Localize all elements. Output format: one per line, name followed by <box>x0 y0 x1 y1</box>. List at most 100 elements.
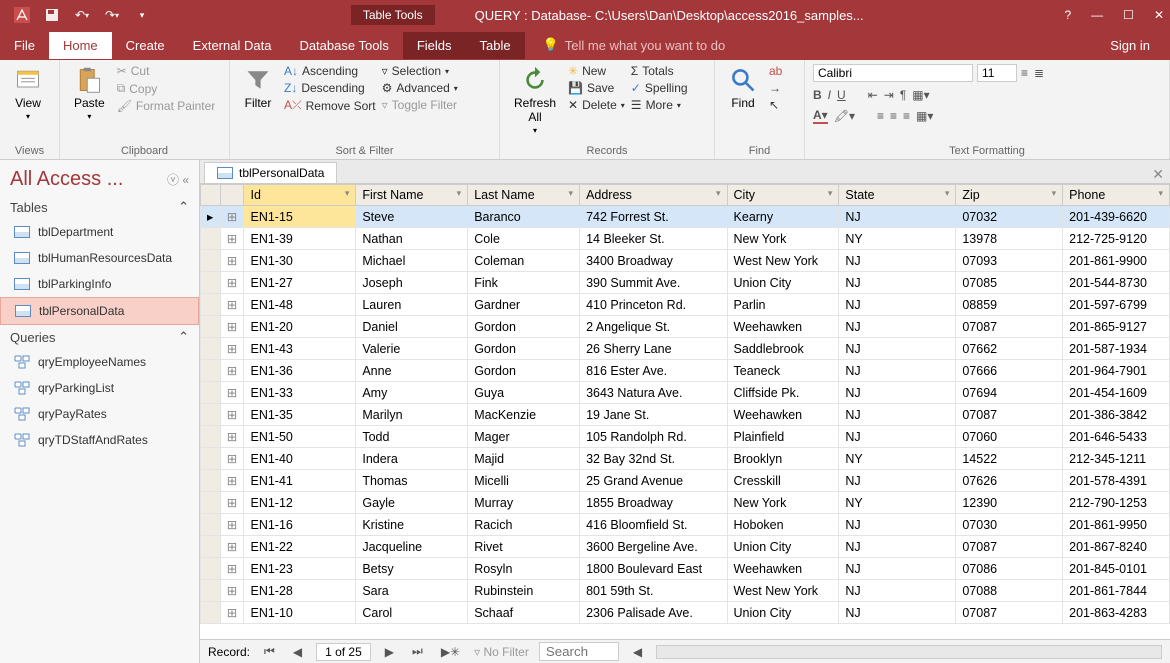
row-selector[interactable]: ▸ <box>201 206 221 228</box>
last-record-button[interactable]: ⏭ <box>408 644 427 659</box>
more-button[interactable]: ☰More ▾ <box>631 98 688 112</box>
column-header[interactable]: Zip▾ <box>956 185 1063 206</box>
row-selector[interactable] <box>201 228 221 250</box>
row-selector[interactable] <box>201 404 221 426</box>
cell[interactable]: 07093 <box>956 250 1063 272</box>
cell[interactable]: 07087 <box>956 404 1063 426</box>
cell[interactable]: EN1-48 <box>244 294 356 316</box>
table-row[interactable]: ⊞EN1-10CarolSchaaf2306 Palisade Ave.Unio… <box>201 602 1170 624</box>
cell[interactable]: Weehawken <box>727 404 839 426</box>
cell[interactable]: Valerie <box>356 338 468 360</box>
cell[interactable]: Michael <box>356 250 468 272</box>
cell[interactable]: 07666 <box>956 360 1063 382</box>
cell[interactable]: 201-964-7901 <box>1063 360 1170 382</box>
column-header[interactable]: Id▾ <box>244 185 356 206</box>
cell[interactable]: 201-646-5433 <box>1063 426 1170 448</box>
cell[interactable]: Todd <box>356 426 468 448</box>
cell[interactable]: 201-578-4391 <box>1063 470 1170 492</box>
cell[interactable]: Gordon <box>468 338 580 360</box>
tab-file[interactable]: File <box>0 32 49 59</box>
cell[interactable]: Amy <box>356 382 468 404</box>
row-selector[interactable] <box>201 338 221 360</box>
table-row[interactable]: ⊞EN1-23BetsyRosyln1800 Boulevard EastWee… <box>201 558 1170 580</box>
cell[interactable]: 201-861-7844 <box>1063 580 1170 602</box>
cell[interactable]: NY <box>839 492 956 514</box>
cell[interactable]: NJ <box>839 580 956 602</box>
cell[interactable]: EN1-40 <box>244 448 356 470</box>
cell[interactable]: 816 Ester Ave. <box>580 360 727 382</box>
cell[interactable]: 416 Bloomfield St. <box>580 514 727 536</box>
format-painter-button[interactable]: 🖌Format Painter <box>117 99 216 113</box>
expand-button[interactable]: ⊞ <box>220 580 244 602</box>
nav-query-item[interactable]: qryParkingList <box>0 375 199 401</box>
cell[interactable]: 1855 Broadway <box>580 492 727 514</box>
cell[interactable]: NY <box>839 448 956 470</box>
expand-button[interactable]: ⊞ <box>220 294 244 316</box>
cell[interactable]: 3643 Natura Ave. <box>580 382 727 404</box>
tab-close-icon[interactable]: ✕ <box>1152 166 1170 183</box>
cell[interactable]: 07088 <box>956 580 1063 602</box>
column-header[interactable]: First Name▾ <box>356 185 468 206</box>
cut-button[interactable]: ✂Cut <box>117 64 216 78</box>
table-row[interactable]: ⊞EN1-20DanielGordon2 Angelique St.Weehaw… <box>201 316 1170 338</box>
cell[interactable]: EN1-22 <box>244 536 356 558</box>
expand-button[interactable]: ⊞ <box>220 602 244 624</box>
cell[interactable]: EN1-16 <box>244 514 356 536</box>
cell[interactable]: NJ <box>839 404 956 426</box>
cell[interactable]: Anne <box>356 360 468 382</box>
horizontal-scrollbar[interactable] <box>656 645 1162 659</box>
cell[interactable]: Racich <box>468 514 580 536</box>
column-dropdown-icon[interactable]: ▾ <box>945 188 950 199</box>
bold-button[interactable]: B <box>813 88 822 102</box>
ascending-button[interactable]: A↓Ascending <box>284 64 376 78</box>
expand-button[interactable]: ⊞ <box>220 492 244 514</box>
cell[interactable]: 201-845-0101 <box>1063 558 1170 580</box>
nav-query-item[interactable]: qryPayRates <box>0 401 199 427</box>
expand-button[interactable]: ⊞ <box>220 272 244 294</box>
next-record-button[interactable]: ▶ <box>381 645 398 659</box>
table-row[interactable]: ⊞EN1-27JosephFink390 Summit Ave.Union Ci… <box>201 272 1170 294</box>
cell[interactable]: Gardner <box>468 294 580 316</box>
row-selector[interactable] <box>201 250 221 272</box>
nav-query-item[interactable]: qryEmployeeNames <box>0 349 199 375</box>
delete-button[interactable]: ✕Delete ▾ <box>568 98 625 112</box>
cell[interactable]: NJ <box>839 338 956 360</box>
new-record-button[interactable]: ▶✳ <box>437 645 464 659</box>
cell[interactable]: 3600 Bergeline Ave. <box>580 536 727 558</box>
indent-decrease-icon[interactable]: ⇤ <box>868 88 878 102</box>
indent-increase-icon[interactable]: ⇥ <box>884 88 894 102</box>
cell[interactable]: 07086 <box>956 558 1063 580</box>
row-selector[interactable] <box>201 448 221 470</box>
cell[interactable]: 201-454-1609 <box>1063 382 1170 404</box>
column-dropdown-icon[interactable]: ▾ <box>345 188 350 199</box>
cell[interactable]: MacKenzie <box>468 404 580 426</box>
cell[interactable]: 07626 <box>956 470 1063 492</box>
column-dropdown-icon[interactable]: ▾ <box>1158 188 1163 199</box>
expand-button[interactable]: ⊞ <box>220 250 244 272</box>
copy-button[interactable]: ⧉Copy <box>117 81 216 96</box>
cell[interactable]: Kristine <box>356 514 468 536</box>
cell[interactable]: Indera <box>356 448 468 470</box>
cell[interactable]: EN1-10 <box>244 602 356 624</box>
cell[interactable]: EN1-43 <box>244 338 356 360</box>
cell[interactable]: 07694 <box>956 382 1063 404</box>
cell[interactable]: 08859 <box>956 294 1063 316</box>
row-selector[interactable] <box>201 580 221 602</box>
nav-table-item[interactable]: tblDepartment <box>0 219 199 245</box>
cell[interactable]: Joseph <box>356 272 468 294</box>
cell[interactable]: NJ <box>839 294 956 316</box>
cell[interactable]: 2 Angelique St. <box>580 316 727 338</box>
cell[interactable]: NJ <box>839 360 956 382</box>
table-row[interactable]: ⊞EN1-28SaraRubinstein801 59th St.West Ne… <box>201 580 1170 602</box>
cell[interactable]: 07662 <box>956 338 1063 360</box>
expand-button[interactable]: ⊞ <box>220 338 244 360</box>
descending-button[interactable]: Z↓Descending <box>284 81 376 95</box>
no-filter-indicator[interactable]: ▿ No Filter <box>474 645 529 659</box>
cell[interactable]: 14522 <box>956 448 1063 470</box>
cell[interactable]: 212-725-9120 <box>1063 228 1170 250</box>
cell[interactable]: EN1-20 <box>244 316 356 338</box>
qat-customize-icon[interactable]: ▾ <box>134 7 150 23</box>
row-selector[interactable] <box>201 602 221 624</box>
cell[interactable]: Union City <box>727 602 839 624</box>
table-row[interactable]: ⊞EN1-48LaurenGardner410 Princeton Rd.Par… <box>201 294 1170 316</box>
